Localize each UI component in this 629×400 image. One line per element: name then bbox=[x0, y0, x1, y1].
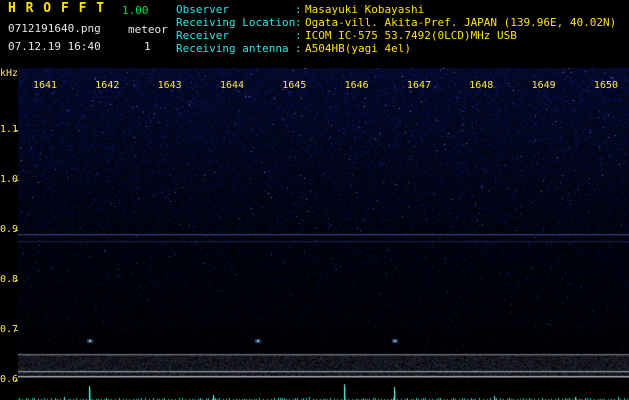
info-separator: : bbox=[295, 29, 302, 42]
output-filename: 0712191640.png bbox=[8, 22, 101, 35]
info-label: Receiving Location bbox=[176, 16, 296, 29]
app-version: 1.00 bbox=[122, 4, 149, 17]
mode-label: meteor bbox=[128, 23, 168, 36]
time-tick-label: 1647 bbox=[406, 80, 432, 91]
time-tick-label: 1649 bbox=[531, 80, 556, 91]
spectrogram-canvas bbox=[18, 68, 629, 378]
mode-count: 1 bbox=[144, 40, 151, 53]
station-info-row: Receiving antenna: A504HB(yagi 4el) bbox=[176, 42, 616, 55]
freq-tick-mark bbox=[15, 330, 18, 331]
freq-tick-mark bbox=[15, 230, 18, 231]
time-tick-label: 1641 bbox=[32, 80, 58, 91]
hrofft-window: H R O F F T 1.00 0712191640.png meteor 0… bbox=[0, 0, 629, 400]
info-value: ICOM IC-575 53.7492(0LCD)MHz USB bbox=[305, 29, 517, 42]
freq-tick-mark bbox=[15, 180, 18, 181]
time-tick-label: 1643 bbox=[157, 80, 182, 91]
station-info-row: Receiver: ICOM IC-575 53.7492(0LCD)MHz US… bbox=[176, 29, 616, 42]
station-info-row: Receiving Location: Ogata-vill. Akita-Pre… bbox=[176, 16, 616, 29]
time-tick-label: 1646 bbox=[344, 80, 369, 91]
info-separator: : bbox=[295, 16, 302, 29]
time-tick-label: 1645 bbox=[282, 80, 307, 91]
info-label: Receiving antenna bbox=[176, 42, 289, 55]
freq-tick-mark bbox=[15, 380, 18, 381]
info-value: Ogata-vill. Akita-Pref. JAPAN (139.96E, … bbox=[305, 16, 617, 29]
time-tick-label: 1650 bbox=[593, 80, 619, 91]
info-label: Observer bbox=[176, 3, 229, 16]
freq-unit-label: kHz bbox=[0, 68, 19, 79]
time-tick-label: 1642 bbox=[95, 80, 120, 91]
info-separator: : bbox=[295, 3, 302, 16]
info-value: Masayuki Kobayashi bbox=[305, 3, 425, 16]
info-separator: : bbox=[295, 42, 302, 55]
signal-level-strip bbox=[18, 378, 629, 400]
info-value: A504HB(yagi 4el) bbox=[305, 42, 411, 55]
station-info: Observer: Masayuki Kobayashi Receiving Loc… bbox=[176, 3, 616, 55]
time-tick-label: 1648 bbox=[469, 80, 494, 91]
time-tick-label: 1644 bbox=[219, 80, 245, 91]
freq-tick-mark bbox=[15, 130, 18, 131]
datetime: 07.12.19 16:40 bbox=[8, 40, 101, 53]
freq-tick-mark bbox=[15, 280, 18, 281]
station-info-row: Observer: Masayuki Kobayashi bbox=[176, 3, 616, 16]
info-label: Receiver bbox=[176, 29, 229, 42]
app-title: H R O F F T bbox=[8, 1, 106, 16]
